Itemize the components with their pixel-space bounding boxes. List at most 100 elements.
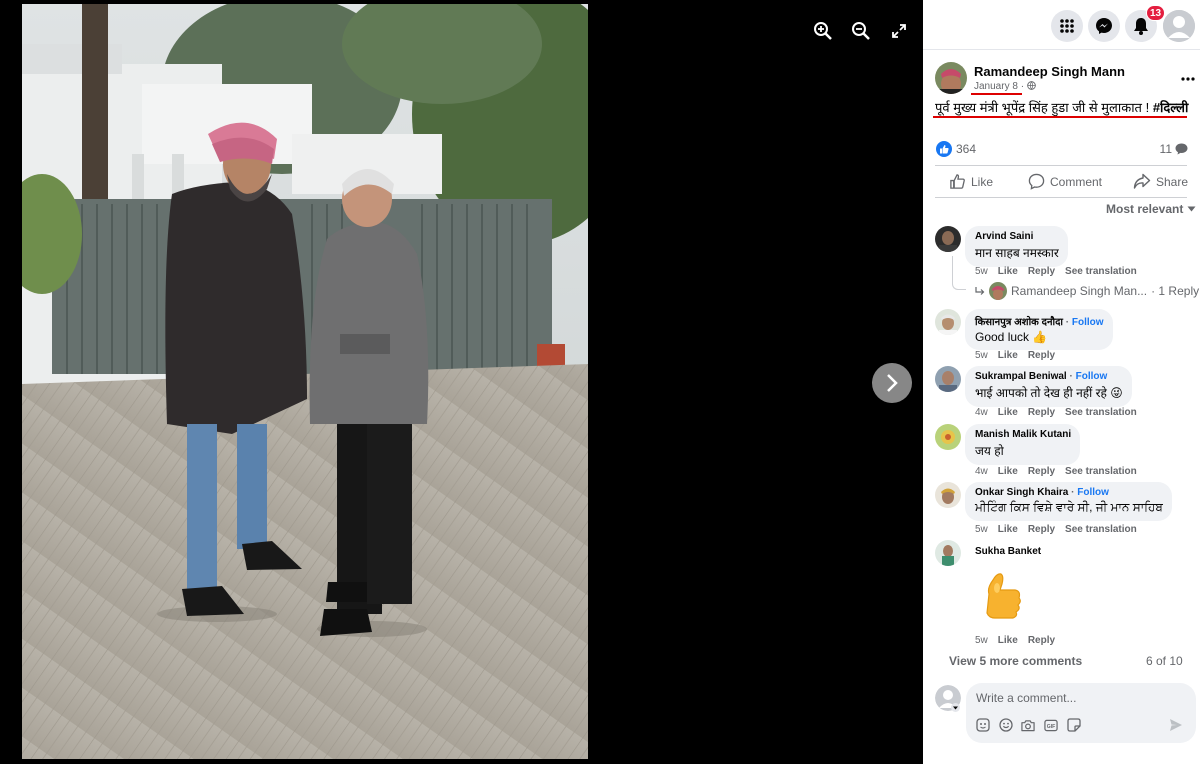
- post-actions: Like Comment Share: [935, 165, 1188, 198]
- comment-reply-link[interactable]: Reply: [1028, 266, 1055, 277]
- user-avatar-icon: [1163, 10, 1195, 42]
- post-header: Ramandeep Singh Mann January 8 ·: [935, 62, 1195, 96]
- comment-time[interactable]: 5w: [975, 350, 988, 361]
- comment-time[interactable]: 5w: [975, 524, 988, 535]
- commenter-avatar[interactable]: [935, 482, 961, 508]
- comment-reply-link[interactable]: Reply: [1028, 635, 1055, 646]
- avatar-sticker-icon: [976, 718, 990, 732]
- messenger-button[interactable]: [1088, 10, 1120, 42]
- chevron-right-icon: [887, 374, 898, 392]
- comment-meta: 5w Like Reply See translation: [975, 524, 1137, 535]
- thumbs-up-sticker-icon: [986, 573, 1021, 619]
- reactions-bar: 364 11: [936, 141, 1188, 157]
- sticker-button[interactable]: [1067, 718, 1081, 732]
- view-more-comments-link[interactable]: View 5 more comments: [949, 654, 1082, 668]
- commenter-name[interactable]: Manish Malik Kutani: [975, 429, 1071, 440]
- author-avatar[interactable]: [935, 62, 967, 94]
- comment-label: Comment: [1050, 174, 1103, 189]
- comment-box: GIF: [966, 683, 1196, 743]
- share-label: Share: [1156, 174, 1189, 189]
- commenter-name[interactable]: Onkar Singh Khaira: [975, 487, 1068, 498]
- like-reaction-icon[interactable]: [936, 141, 952, 157]
- next-photo-button[interactable]: [872, 363, 912, 403]
- see-translation-link[interactable]: See translation: [1065, 466, 1137, 477]
- grid-menu-icon: [1060, 19, 1074, 33]
- comment-like-link[interactable]: Like: [998, 266, 1018, 277]
- date-annotation-underline: [971, 93, 1022, 95]
- avatar-photo: [935, 226, 961, 252]
- follow-button[interactable]: Follow: [1072, 317, 1104, 328]
- post-photo[interactable]: [22, 4, 588, 759]
- comment-like-link[interactable]: Like: [998, 350, 1018, 361]
- comment-meta: 4w Like Reply See translation: [975, 407, 1137, 418]
- comment-time[interactable]: 5w: [975, 635, 988, 646]
- comment-count-number: 11: [1159, 142, 1172, 156]
- comment-like-link[interactable]: Like: [998, 407, 1018, 418]
- commenter-avatar[interactable]: [935, 366, 961, 392]
- comment-time[interactable]: 5w: [975, 266, 988, 277]
- comment-count[interactable]: 11: [1160, 142, 1188, 156]
- emoji-button[interactable]: [999, 718, 1013, 732]
- photo-illustration: [22, 4, 588, 759]
- comment-bubble: Sukrampal Beniwal · Follow भाई आपको तो द…: [965, 366, 1132, 407]
- comment-sort-dropdown[interactable]: Most relevant: [1106, 202, 1196, 216]
- comment-page-count: 6 of 10: [1146, 654, 1183, 668]
- menu-button[interactable]: [1051, 10, 1083, 42]
- commenter-name[interactable]: किसानपुत्र अशोक दनौदा: [975, 317, 1063, 328]
- commenter-name[interactable]: Sukha Banket: [975, 546, 1041, 557]
- like-count[interactable]: 364: [956, 142, 976, 156]
- comment-icon: [1028, 173, 1045, 190]
- commenter-name[interactable]: Sukrampal Beniwal: [975, 371, 1067, 382]
- post-date[interactable]: January 8 ·: [974, 81, 1036, 92]
- send-button[interactable]: [1169, 718, 1183, 732]
- comment-button[interactable]: Comment: [1028, 173, 1102, 190]
- zoom-in-button[interactable]: [809, 17, 837, 45]
- profile-avatar-button[interactable]: [1163, 10, 1195, 42]
- comment-like-link[interactable]: Like: [998, 524, 1018, 535]
- commenter-avatar[interactable]: [935, 424, 961, 450]
- comment-time[interactable]: 4w: [975, 466, 988, 477]
- caret-down-icon: [1187, 206, 1196, 212]
- comment-input[interactable]: [976, 689, 1176, 707]
- like-button[interactable]: Like: [949, 173, 993, 190]
- comment-reply-link[interactable]: Reply: [1028, 350, 1055, 361]
- follow-button[interactable]: Follow: [1077, 487, 1109, 498]
- commenter-name[interactable]: Arvind Saini: [975, 231, 1059, 242]
- comment-reply-link[interactable]: Reply: [1028, 466, 1055, 477]
- post-hashtag[interactable]: #दिल्ली: [1153, 100, 1189, 115]
- see-translation-link[interactable]: See translation: [1065, 266, 1137, 277]
- commenter-avatar[interactable]: [935, 226, 961, 252]
- gif-button[interactable]: GIF: [1044, 718, 1058, 732]
- reply-author-avatar: [989, 282, 1007, 300]
- reply-preview[interactable]: Ramandeep Singh Man... · 1 Reply: [975, 282, 1199, 300]
- comment-reply-link[interactable]: Reply: [1028, 524, 1055, 535]
- like-icon: [950, 174, 965, 189]
- fullscreen-button[interactable]: [885, 17, 913, 45]
- avatar-photo: [935, 309, 961, 335]
- post-options-button[interactable]: [1181, 68, 1195, 86]
- emoji-icon: [999, 718, 1013, 732]
- comment-like-link[interactable]: Like: [998, 635, 1018, 646]
- comment-text: मान साहब नमस्कार: [975, 246, 1059, 260]
- comment-bubble: किसानपुत्र अशोक दनौदा · Follow Good luck…: [965, 309, 1113, 350]
- follow-button[interactable]: Follow: [1076, 371, 1108, 382]
- bell-icon: [1134, 18, 1148, 35]
- gif-icon: GIF: [1044, 719, 1058, 731]
- see-translation-link[interactable]: See translation: [1065, 407, 1137, 418]
- comment-like-link[interactable]: Like: [998, 466, 1018, 477]
- messenger-icon: [1096, 18, 1112, 34]
- author-name[interactable]: Ramandeep Singh Mann: [974, 64, 1125, 79]
- zoom-out-button[interactable]: [847, 17, 875, 45]
- see-translation-link[interactable]: See translation: [1065, 524, 1137, 535]
- commenter-name-row: किसानपुत्र अशोक दनौदा · Follow: [975, 317, 1104, 328]
- thumbs-up-icon: [940, 145, 949, 154]
- camera-button[interactable]: [1021, 718, 1035, 732]
- commenter-avatar[interactable]: [935, 540, 961, 566]
- globe-icon: [1026, 81, 1036, 90]
- comment-time[interactable]: 4w: [975, 407, 988, 418]
- comment-reply-link[interactable]: Reply: [1028, 407, 1055, 418]
- commenter-avatar[interactable]: [935, 309, 961, 335]
- share-button[interactable]: Share: [1133, 173, 1188, 190]
- avatar-caret-icon[interactable]: [951, 703, 960, 712]
- avatar-sticker-button[interactable]: [976, 718, 990, 732]
